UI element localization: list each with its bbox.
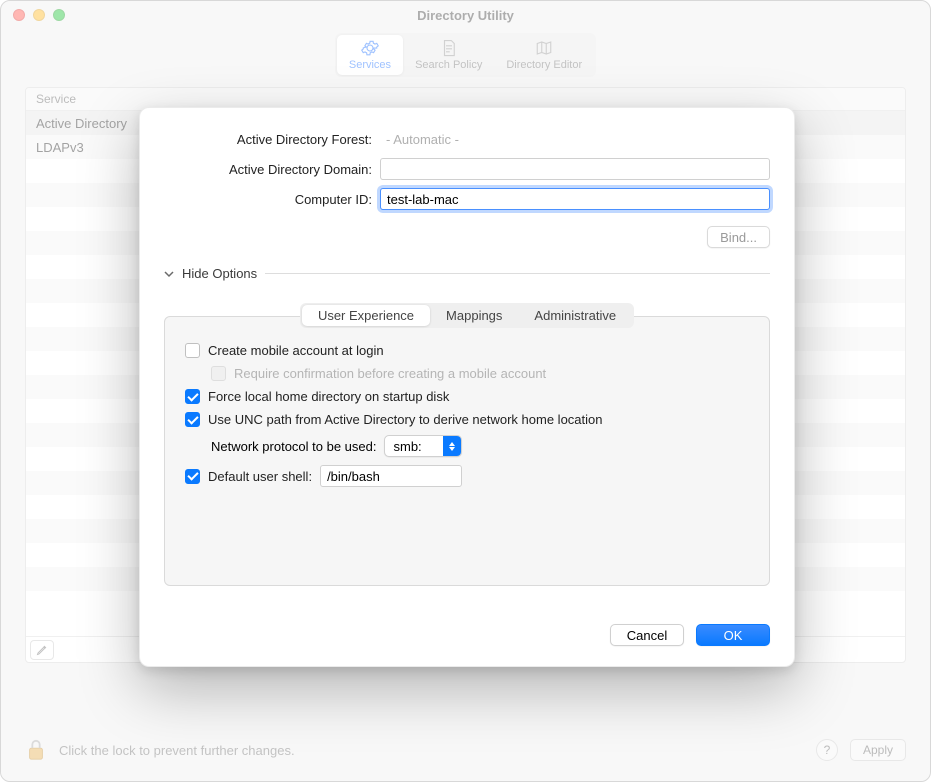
create-mobile-label: Create mobile account at login xyxy=(208,343,384,358)
bind-button[interactable]: Bind... xyxy=(707,226,770,248)
protocol-select[interactable]: smb: xyxy=(384,435,462,457)
updown-icon xyxy=(443,436,461,456)
options-toggle-label: Hide Options xyxy=(182,266,257,281)
domain-label: Active Directory Domain: xyxy=(164,162,372,177)
computer-id-label: Computer ID: xyxy=(164,192,372,207)
computer-id-input[interactable] xyxy=(380,188,770,210)
force-local-label: Force local home directory on startup di… xyxy=(208,389,449,404)
options-tabs: User Experience Mappings Administrative xyxy=(300,303,634,328)
forest-label: Active Directory Forest: xyxy=(164,132,372,147)
tab-mappings[interactable]: Mappings xyxy=(430,305,518,326)
cancel-button[interactable]: Cancel xyxy=(610,624,684,646)
ok-button[interactable]: OK xyxy=(696,624,770,646)
protocol-value: smb: xyxy=(385,439,443,454)
options-panel: Create mobile account at login Require c… xyxy=(164,316,770,586)
use-unc-label: Use UNC path from Active Directory to de… xyxy=(208,412,603,427)
shell-label: Default user shell: xyxy=(208,469,312,484)
shell-input[interactable] xyxy=(320,465,462,487)
forest-value: - Automatic - xyxy=(380,128,770,150)
app-window: Directory Utility Services Search Policy… xyxy=(0,0,931,782)
tab-administrative[interactable]: Administrative xyxy=(518,305,632,326)
chevron-down-icon xyxy=(164,269,174,279)
domain-input[interactable] xyxy=(380,158,770,180)
protocol-label: Network protocol to be used: xyxy=(211,439,376,454)
checkbox-use-unc[interactable] xyxy=(185,412,200,427)
sheet-footer: Cancel OK xyxy=(164,610,770,646)
ad-config-sheet: Active Directory Forest: - Automatic - A… xyxy=(139,107,795,667)
checkbox-create-mobile[interactable] xyxy=(185,343,200,358)
options-toggle[interactable]: Hide Options xyxy=(164,266,770,281)
checkbox-force-local[interactable] xyxy=(185,389,200,404)
divider xyxy=(265,273,770,274)
tab-user-experience[interactable]: User Experience xyxy=(302,305,430,326)
checkbox-default-shell[interactable] xyxy=(185,469,200,484)
checkbox-require-confirm xyxy=(211,366,226,381)
require-confirm-label: Require confirmation before creating a m… xyxy=(234,366,546,381)
